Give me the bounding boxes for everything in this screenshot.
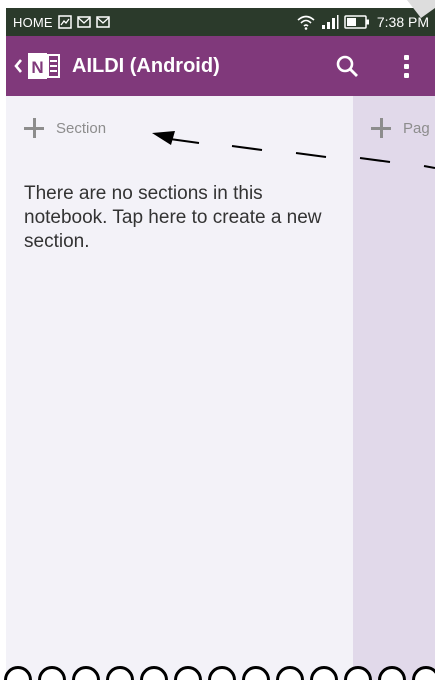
battery-icon	[344, 15, 370, 29]
plus-icon	[24, 118, 44, 138]
empty-sections-message[interactable]: There are no sections in this notebook. …	[24, 182, 334, 254]
circle-mark	[106, 666, 134, 680]
circle-mark	[310, 666, 338, 680]
carrier-label: HOME	[13, 14, 53, 30]
app-bar: N AILDI (Android)	[6, 36, 435, 96]
circle-mark	[38, 666, 66, 680]
search-icon[interactable]	[333, 52, 361, 80]
notebook-title: AILDI (Android)	[72, 54, 220, 77]
more-vert-icon[interactable]	[401, 52, 411, 80]
more-dot	[403, 72, 409, 78]
status-bar: HOME 7:38 PM	[6, 8, 435, 36]
circle-mark	[208, 666, 236, 680]
circle-mark	[72, 666, 100, 680]
status-bar-left: HOME	[13, 15, 110, 30]
circle-mark	[140, 666, 168, 680]
pages-pane[interactable]: Pag	[353, 96, 435, 680]
circle-mark	[344, 666, 372, 680]
svg-text:N: N	[31, 58, 43, 77]
add-page-label: Pag	[403, 119, 430, 137]
circle-mark	[276, 666, 304, 680]
circle-mark	[378, 666, 406, 680]
add-page-button[interactable]: Pag	[371, 118, 430, 138]
circle-mark	[174, 666, 202, 680]
wifi-icon	[296, 14, 316, 30]
more-dot	[403, 54, 409, 60]
circle-mark	[242, 666, 270, 680]
screenshot-frame: HOME 7:38 PM N AILDI (Android) Section T…	[0, 0, 435, 680]
signal-icon	[321, 14, 339, 30]
add-section-label: Section	[56, 119, 107, 137]
back-icon[interactable]	[10, 58, 26, 74]
plus-icon	[371, 118, 391, 138]
corner-fold-decoration	[407, 0, 435, 18]
bottom-circle-decoration	[4, 666, 435, 680]
mail-icon	[77, 15, 91, 29]
sections-pane[interactable]: Section There are no sections in this no…	[6, 96, 353, 680]
image-icon	[58, 15, 72, 29]
circle-mark	[412, 666, 435, 680]
circle-mark	[4, 666, 32, 680]
add-section-button[interactable]: Section	[24, 118, 106, 138]
onenote-logo-icon[interactable]: N	[28, 50, 60, 82]
mail-icon	[96, 15, 110, 29]
more-dot	[403, 63, 409, 69]
